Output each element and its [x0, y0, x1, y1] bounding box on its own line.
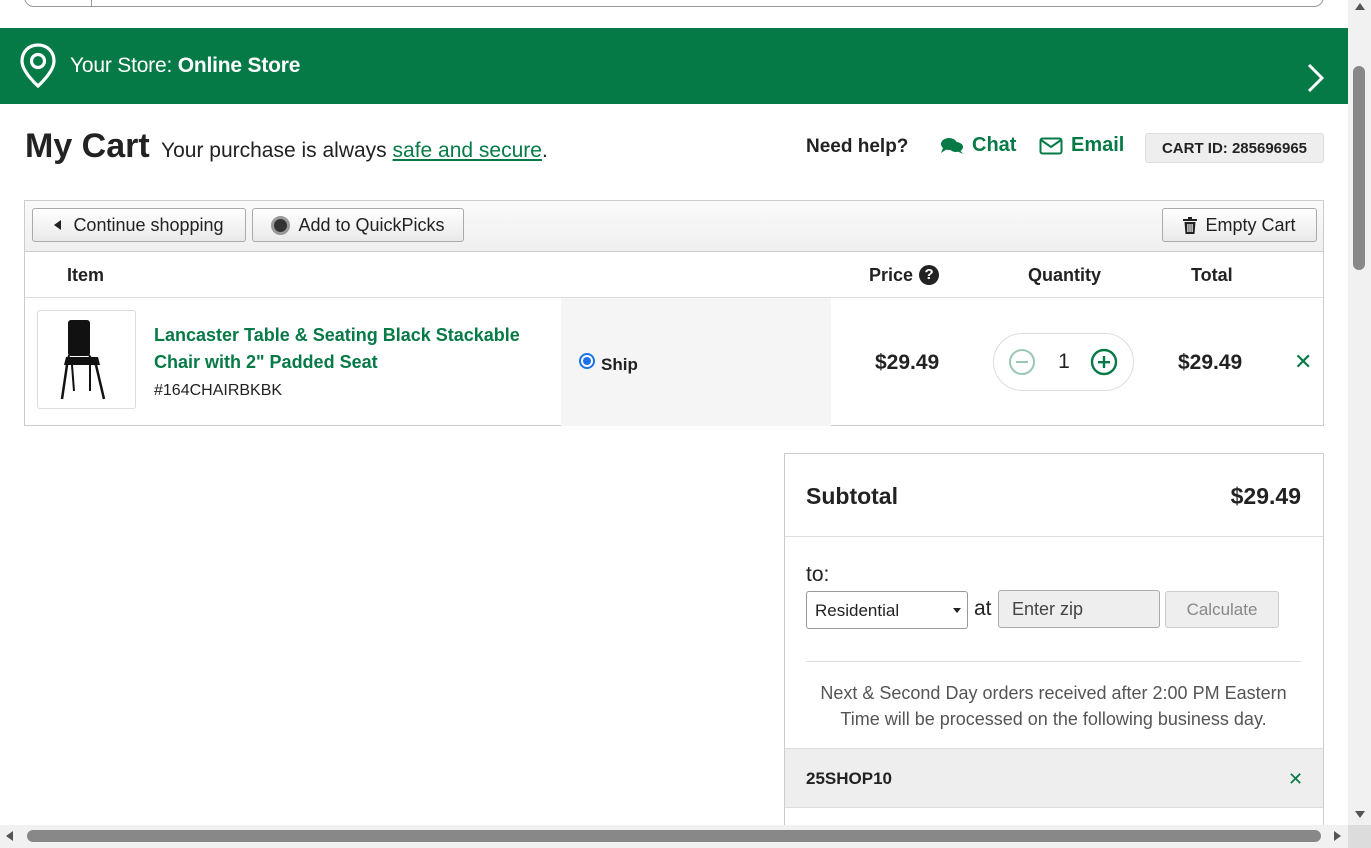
scrollbar-corner	[1348, 825, 1371, 848]
add-quickpicks-label: Add to QuickPicks	[298, 214, 445, 235]
page: Your Store: Online Store My Cart Your pu…	[0, 0, 1348, 825]
chat-icon	[941, 137, 963, 154]
summary-divider-2	[806, 661, 1301, 662]
add-quickpicks-button[interactable]: Add to QuickPicks	[252, 208, 464, 242]
page-title: My Cart	[25, 127, 150, 165]
chat-label: Chat	[972, 134, 1017, 156]
order-summary: Subtotal $29.49 to: Residential at Enter…	[784, 453, 1324, 825]
product-thumbnail[interactable]	[37, 310, 136, 409]
store-prefix: Your Store:	[70, 54, 178, 77]
processing-notice: Next & Second Day orders received after …	[820, 683, 1287, 729]
fulfillment-cell: Ship	[561, 298, 831, 426]
column-header-item: Item	[67, 265, 105, 285]
cart-toolbar: Continue shopping Add to QuickPicks Empt…	[25, 201, 1323, 252]
product-sku: #164CHAIRBKBK	[154, 382, 283, 399]
search-bar[interactable]	[24, 0, 1324, 7]
store-name: Online Store	[177, 54, 301, 77]
column-header-quantity: Quantity	[1028, 265, 1102, 285]
continue-shopping-label: Continue shopping	[73, 214, 224, 235]
promo-code: 25SHOP10	[806, 769, 892, 788]
question-icon[interactable]: ?	[919, 265, 940, 285]
empty-cart-button[interactable]: Empty Cart	[1162, 208, 1317, 242]
subtotal-label: Subtotal	[806, 483, 898, 509]
remove-promo-icon[interactable]: ✕	[1288, 769, 1303, 790]
subtotal-value: $29.49	[1230, 483, 1301, 509]
column-header-price: Price?	[869, 265, 940, 286]
remove-item-icon[interactable]: ✕	[1294, 349, 1312, 375]
dropdown-caret-icon	[953, 608, 961, 613]
scroll-up-arrow-icon[interactable]	[1355, 3, 1365, 10]
safe-secure-link[interactable]: safe and secure	[393, 139, 542, 162]
summary-divider	[785, 536, 1323, 537]
location-pin-icon	[20, 43, 56, 89]
scroll-down-arrow-icon[interactable]	[1355, 811, 1365, 818]
price-header-label: Price	[869, 265, 914, 285]
continue-shopping-button[interactable]: Continue shopping	[32, 208, 246, 242]
email-label: Email	[1071, 134, 1125, 156]
product-name-link[interactable]: Lancaster Table & Seating Black Stackabl…	[154, 322, 554, 376]
at-label: at	[974, 597, 992, 620]
store-label: Your Store: Online Store	[70, 54, 300, 78]
cart-id-badge: CART ID: 285696965	[1145, 133, 1324, 163]
vertical-scroll-thumb[interactable]	[1353, 66, 1365, 270]
chevron-right-icon[interactable]	[1305, 62, 1327, 94]
column-header-total: Total	[1191, 265, 1233, 285]
ship-radio[interactable]	[579, 353, 595, 369]
store-bar[interactable]: Your Store: Online Store	[0, 28, 1348, 104]
vertical-scrollbar[interactable]	[1348, 0, 1371, 825]
security-prefix: Your purchase is always	[161, 139, 393, 162]
need-help-label: Need help?	[806, 136, 909, 157]
promo-code-row: 25SHOP10 ✕	[785, 748, 1323, 808]
trash-icon	[1183, 216, 1198, 234]
minus-circle-icon[interactable]	[1008, 348, 1036, 376]
calculate-button[interactable]: Calculate	[1165, 591, 1279, 628]
quickpicks-icon	[271, 215, 291, 235]
quantity-stepper: 1	[993, 333, 1134, 391]
chat-link[interactable]: Chat	[940, 134, 1016, 157]
security-message: Your purchase is always safe and secure.	[161, 139, 548, 163]
plus-circle-icon[interactable]	[1090, 348, 1118, 376]
scroll-right-arrow-icon[interactable]	[1334, 831, 1341, 841]
security-suffix: .	[541, 139, 548, 162]
ship-label[interactable]: Ship	[601, 355, 638, 375]
envelope-icon	[1039, 137, 1063, 154]
email-link[interactable]: Email	[1039, 134, 1124, 157]
shipping-to-label: to:	[806, 563, 830, 586]
horizontal-scrollbar[interactable]	[0, 825, 1371, 848]
address-type-select[interactable]: Residential	[806, 591, 968, 629]
quantity-value[interactable]: 1	[1052, 350, 1076, 374]
search-divider	[91, 0, 92, 6]
empty-cart-label: Empty Cart	[1205, 214, 1296, 235]
cart-table: Continue shopping Add to QuickPicks Empt…	[24, 200, 1324, 426]
chair-image	[60, 320, 106, 400]
address-type-value: Residential	[815, 601, 900, 620]
item-price: $29.49	[875, 351, 940, 374]
caret-left-icon	[54, 220, 62, 230]
zip-input[interactable]: Enter zip	[998, 590, 1160, 628]
scroll-left-arrow-icon[interactable]	[6, 831, 13, 841]
item-total: $29.49	[1178, 351, 1243, 374]
horizontal-scroll-thumb[interactable]	[27, 830, 1321, 842]
